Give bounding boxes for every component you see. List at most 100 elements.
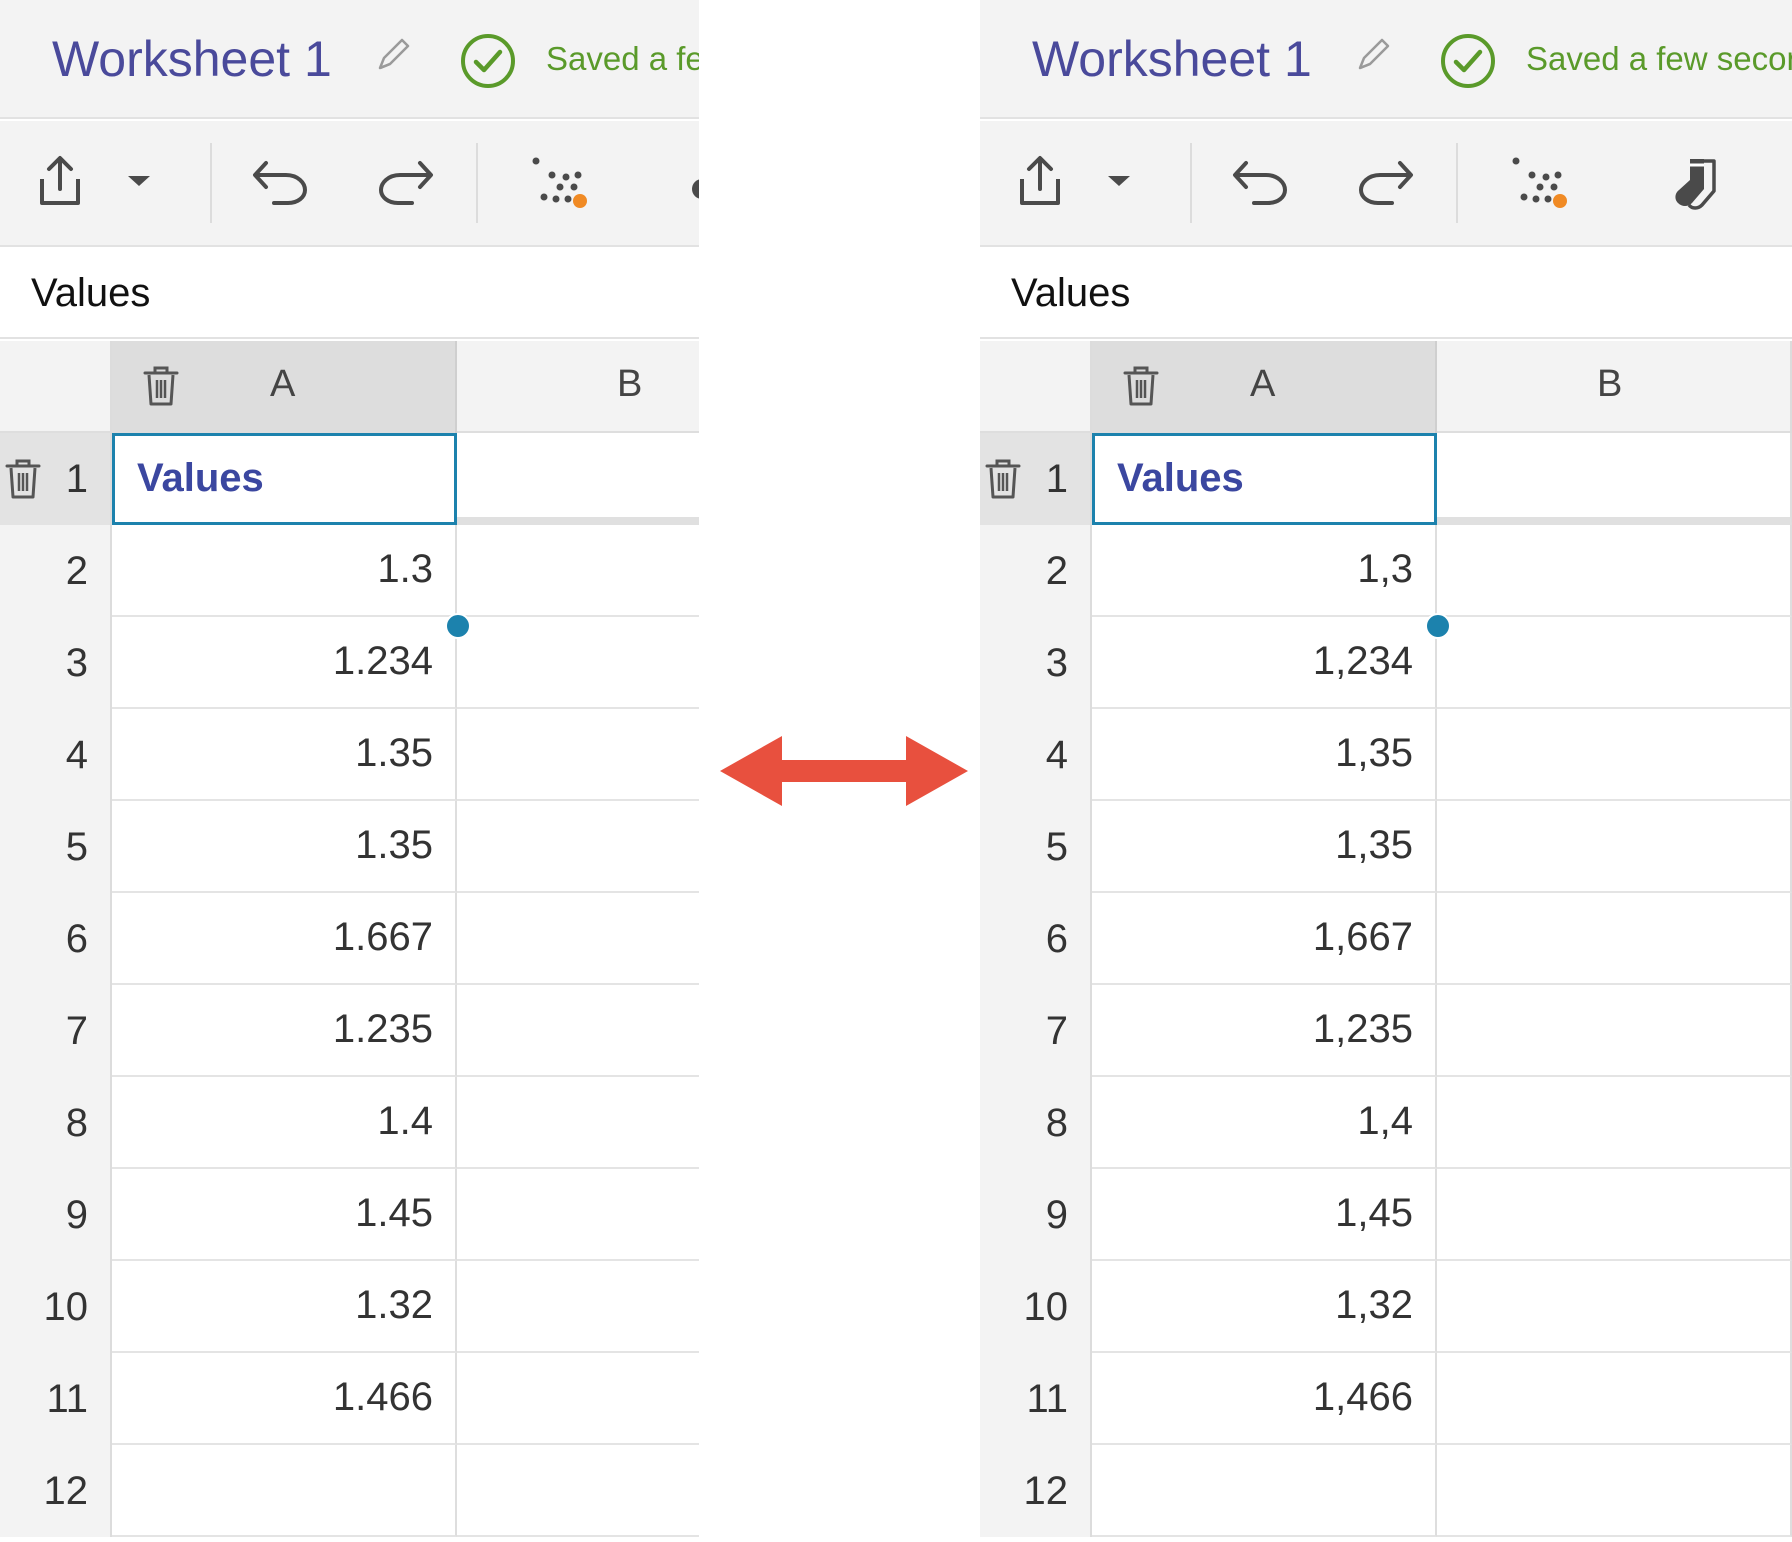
grid-cell[interactable]: 1,35 [1092, 709, 1437, 801]
grid-cell[interactable] [1092, 1445, 1437, 1537]
row-header[interactable]: 1 [980, 433, 1092, 525]
grid-cell[interactable] [457, 1077, 699, 1169]
grid-cell[interactable] [457, 1445, 699, 1537]
grid-cell[interactable] [1437, 985, 1792, 1077]
grid-cell[interactable] [457, 1261, 699, 1353]
grid-cell[interactable] [457, 893, 699, 985]
row-header[interactable]: 5 [980, 801, 1092, 893]
grid-cell[interactable]: 1.667 [112, 893, 457, 985]
row-header[interactable]: 3 [980, 617, 1092, 709]
grid-cell[interactable] [457, 1353, 699, 1445]
grid-cell[interactable] [1437, 433, 1792, 525]
redo-icon[interactable] [376, 157, 436, 207]
row-header[interactable]: 8 [980, 1077, 1092, 1169]
grid-cell[interactable]: 1,234 [1092, 617, 1437, 709]
trash-icon[interactable] [984, 457, 1022, 501]
pencil-icon[interactable] [1354, 34, 1392, 74]
grid-cell[interactable] [457, 1169, 699, 1261]
row-header[interactable]: 1 [0, 433, 112, 525]
grid-cell[interactable]: 1,35 [1092, 801, 1437, 893]
caret-down-icon[interactable] [1106, 174, 1132, 188]
grid-cell[interactable] [1437, 893, 1792, 985]
grid-cell[interactable] [1437, 1261, 1792, 1353]
grid-cell[interactable] [457, 709, 699, 801]
trash-icon[interactable] [1122, 364, 1160, 408]
grid-cell[interactable] [1437, 709, 1792, 801]
grid-cell[interactable]: 1.235 [112, 985, 457, 1077]
grid-cell[interactable] [112, 1445, 457, 1537]
grid-cell[interactable]: 1,667 [1092, 893, 1437, 985]
column-header-row: A B [980, 341, 1792, 433]
row-header[interactable]: 8 [0, 1077, 112, 1169]
grid-cell[interactable]: 1,235 [1092, 985, 1437, 1077]
grid-cell[interactable]: 1,4 [1092, 1077, 1437, 1169]
grid-cell[interactable] [457, 985, 699, 1077]
row-header[interactable]: 11 [980, 1353, 1092, 1445]
selected-cell[interactable]: Values [1092, 433, 1437, 525]
column-header-b[interactable]: B [1437, 341, 1792, 433]
row-header[interactable]: 11 [0, 1353, 112, 1445]
row-header[interactable]: 7 [980, 985, 1092, 1077]
row-header[interactable]: 3 [0, 617, 112, 709]
scatter-plot-icon[interactable] [530, 155, 590, 211]
grid-cell[interactable]: 1,3 [1092, 525, 1437, 617]
row-header[interactable]: 10 [0, 1261, 112, 1353]
grid-cell[interactable] [1437, 1353, 1792, 1445]
caret-down-icon[interactable] [126, 174, 152, 188]
socks-icon[interactable] [682, 173, 699, 203]
column-header-a[interactable]: A [112, 341, 457, 433]
row-header[interactable]: 9 [980, 1169, 1092, 1261]
grid-cell[interactable]: 1.3 [112, 525, 457, 617]
grid-cell[interactable] [1437, 801, 1792, 893]
cell-value: 1,466 [1312, 1375, 1413, 1419]
undo-icon[interactable] [250, 157, 310, 207]
grid-cell[interactable] [1437, 1169, 1792, 1261]
row-header[interactable]: 6 [980, 893, 1092, 985]
worksheet-title[interactable]: Worksheet 1 [1032, 30, 1312, 88]
row-header[interactable]: 9 [0, 1169, 112, 1261]
row-header[interactable]: 12 [0, 1445, 112, 1537]
column-header-b[interactable]: B [457, 341, 699, 433]
column-header-a[interactable]: A [1092, 341, 1437, 433]
grid-cell[interactable]: 1,45 [1092, 1169, 1437, 1261]
pencil-icon[interactable] [374, 34, 412, 74]
share-icon[interactable] [1016, 153, 1064, 209]
fill-handle[interactable] [1425, 613, 1451, 639]
grid-cell[interactable]: 1.45 [112, 1169, 457, 1261]
row-header[interactable]: 2 [0, 525, 112, 617]
trash-icon[interactable] [4, 457, 42, 501]
socks-icon[interactable] [1662, 155, 1718, 215]
row-header[interactable]: 7 [0, 985, 112, 1077]
grid-cell[interactable] [1437, 1077, 1792, 1169]
grid-cell[interactable]: 1.35 [112, 709, 457, 801]
row-header[interactable]: 4 [0, 709, 112, 801]
row-header[interactable]: 5 [0, 801, 112, 893]
row-header[interactable]: 12 [980, 1445, 1092, 1537]
row-header[interactable]: 2 [980, 525, 1092, 617]
grid-cell[interactable]: 1,466 [1092, 1353, 1437, 1445]
row-header[interactable]: 6 [0, 893, 112, 985]
share-icon[interactable] [36, 153, 84, 209]
row-header[interactable]: 10 [980, 1261, 1092, 1353]
worksheet-title[interactable]: Worksheet 1 [52, 30, 332, 88]
grid-cell[interactable] [1437, 617, 1792, 709]
grid-cell[interactable]: 1.466 [112, 1353, 457, 1445]
grid-cell[interactable]: 1.234 [112, 617, 457, 709]
grid-cell[interactable] [457, 433, 699, 525]
row-header[interactable]: 4 [980, 709, 1092, 801]
grid-cell[interactable]: 1.35 [112, 801, 457, 893]
grid-cell[interactable] [1437, 1445, 1792, 1537]
redo-icon[interactable] [1356, 157, 1416, 207]
trash-icon[interactable] [142, 364, 180, 408]
grid-cell[interactable] [457, 801, 699, 893]
grid-cell[interactable]: 1.32 [112, 1261, 457, 1353]
selected-cell[interactable]: Values [112, 433, 457, 525]
grid-cell[interactable]: 1.4 [112, 1077, 457, 1169]
undo-icon[interactable] [1230, 157, 1290, 207]
grid-cell[interactable] [457, 617, 699, 709]
scatter-plot-icon[interactable] [1510, 155, 1570, 211]
grid-cell[interactable] [457, 525, 699, 617]
fill-handle[interactable] [445, 613, 471, 639]
grid-cell[interactable]: 1,32 [1092, 1261, 1437, 1353]
grid-cell[interactable] [1437, 525, 1792, 617]
